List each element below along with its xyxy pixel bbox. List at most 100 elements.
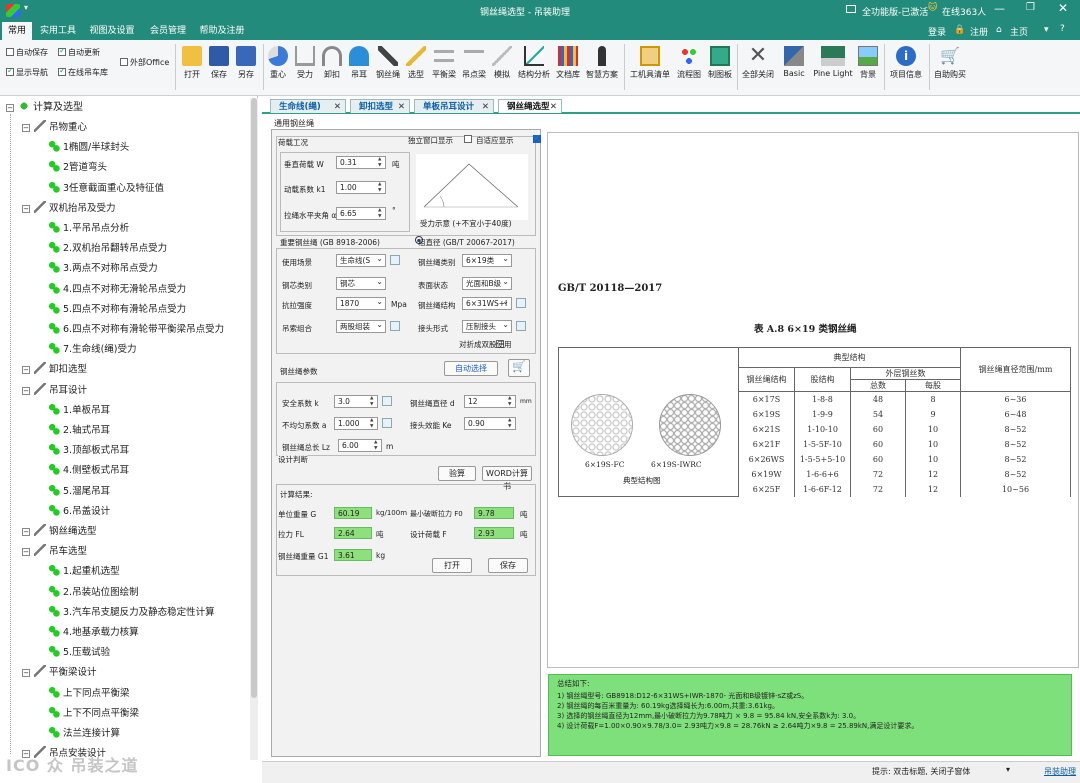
info-lookup-icon[interactable] bbox=[382, 418, 392, 428]
info-lookup-icon[interactable] bbox=[390, 255, 400, 265]
collapse-toggle-icon[interactable]: − bbox=[22, 669, 30, 678]
tree-leaf-item[interactable]: 2管道弯头 bbox=[48, 160, 107, 176]
open-result-button[interactable]: 打开 bbox=[432, 558, 472, 573]
checkbox-icon[interactable] bbox=[58, 66, 66, 76]
tensile-select[interactable]: 1870 bbox=[336, 296, 386, 310]
tree-leaf-item[interactable]: 4.四点不对称无滑轮吊点受力 bbox=[48, 281, 186, 298]
tree-leaf-item[interactable]: 2.轴式吊耳 bbox=[48, 423, 110, 439]
save-button[interactable]: 保存 bbox=[206, 46, 232, 80]
background-button[interactable]: 背景 bbox=[856, 46, 880, 80]
doc-tab-lifeline[interactable]: 生命线(绳) ✕ bbox=[270, 99, 346, 113]
cart-button[interactable]: 🛒 bbox=[508, 359, 530, 377]
surface-select[interactable]: 光面和B级 bbox=[462, 276, 512, 290]
doc-library-button[interactable]: 文档库 bbox=[554, 46, 582, 80]
drawing-board-button[interactable]: 制图板 bbox=[706, 46, 734, 80]
lug-button[interactable]: 吊耳 bbox=[347, 46, 371, 80]
minimize-button[interactable]: — bbox=[994, 2, 1005, 15]
tree-leaf-item[interactable]: 上下同点平衡梁 bbox=[48, 685, 130, 702]
tree-leaf-item[interactable]: 3.汽车吊支腿反力及静态稳定性计算 bbox=[48, 604, 215, 621]
tree-leaf-item[interactable]: 5.压载试验 bbox=[48, 645, 110, 661]
option-auto-save[interactable]: 自动保存 bbox=[6, 47, 48, 58]
balance-beam-button[interactable]: 平衡梁 bbox=[430, 46, 458, 80]
tree-group-item[interactable]: − 卸扣选型 bbox=[22, 362, 87, 378]
self-purchase-button[interactable]: 🛒 自助购买 bbox=[930, 46, 970, 80]
close-button[interactable]: ✕ bbox=[1058, 1, 1068, 15]
theme-pine-light-button[interactable]: Pine Light bbox=[812, 46, 854, 78]
tree-leaf-item[interactable]: 6.吊盖设计 bbox=[48, 503, 110, 520]
joint-select[interactable]: 压制接头 bbox=[462, 319, 512, 333]
close-tab-icon[interactable]: ✕ bbox=[482, 100, 489, 114]
tree-group-item[interactable]: − 吊耳设计 bbox=[22, 382, 87, 399]
doc-tab-shackle[interactable]: 卸扣选型 ✕ bbox=[350, 99, 410, 113]
dynamic-factor-input[interactable]: 1.00 bbox=[336, 181, 386, 194]
rope-category-select[interactable]: 6×19类 bbox=[462, 253, 512, 267]
status-dropdown-icon[interactable]: ▾ bbox=[1006, 765, 1010, 774]
help-icon[interactable]: ? bbox=[1060, 24, 1065, 34]
tab-common[interactable]: 常用 bbox=[2, 22, 32, 40]
auto-display-checkbox[interactable] bbox=[532, 133, 541, 143]
tree-leaf-item[interactable]: 5.四点不对称有滑轮吊点受力 bbox=[48, 301, 186, 318]
app-logo-icon[interactable] bbox=[6, 4, 20, 17]
uneven-factor-input[interactable]: 1.000 bbox=[334, 417, 378, 430]
theme-basic-button[interactable]: Basic bbox=[778, 46, 810, 78]
tree-leaf-item[interactable]: 1椭圆/半球封头 bbox=[48, 140, 129, 156]
home-link[interactable]: 主页 bbox=[1010, 25, 1028, 38]
option-external-office[interactable]: 外部Office bbox=[120, 57, 169, 68]
crane-select-button[interactable]: 选型 bbox=[404, 46, 428, 80]
diameter-input[interactable]: 12 bbox=[464, 395, 516, 408]
tab-tools[interactable]: 实用工具 bbox=[36, 22, 80, 40]
tree-leaf-item[interactable]: 3.两点不对称吊点受力 bbox=[48, 261, 158, 277]
smart-plan-button[interactable]: 智慧方案 bbox=[584, 46, 620, 80]
checkbox-icon[interactable] bbox=[58, 46, 66, 56]
tree-leaf-item[interactable]: 5.溜尾吊耳 bbox=[48, 483, 110, 500]
register-link[interactable]: 注册 bbox=[970, 25, 988, 38]
checkbox-icon[interactable] bbox=[120, 58, 128, 66]
tree-leaf-item[interactable]: 上下不同点平衡梁 bbox=[48, 705, 139, 722]
collapse-toggle-icon[interactable]: − bbox=[6, 104, 14, 112]
tree-leaf-item[interactable]: 6.四点不对称有滑轮带平衡梁吊点受力 bbox=[48, 322, 224, 338]
core-select[interactable]: 钢芯 bbox=[336, 276, 386, 290]
quick-menu-chevron-icon[interactable]: ▾ bbox=[24, 3, 28, 12]
word-report-button[interactable]: WORD计算书 bbox=[482, 466, 532, 491]
tree-leaf-item[interactable]: 法兰连接计算 bbox=[48, 726, 120, 742]
tab-member[interactable]: 会员管理 bbox=[144, 22, 192, 40]
flowchart-button[interactable]: 流程图 bbox=[674, 46, 704, 80]
collapse-toggle-icon[interactable]: − bbox=[22, 124, 30, 132]
angle-input[interactable]: 6.65 bbox=[336, 207, 386, 220]
dropdown-icon[interactable]: ▾ bbox=[1044, 25, 1049, 35]
save-result-button[interactable]: 保存 bbox=[488, 558, 528, 573]
tree-group-item[interactable]: − 双机抬吊及受力 bbox=[22, 200, 116, 217]
collapse-toggle-icon[interactable]: − bbox=[22, 386, 30, 395]
tree-leaf-item[interactable]: 3.顶部板式吊耳 bbox=[48, 443, 129, 459]
collapse-toggle-icon[interactable]: − bbox=[22, 548, 30, 557]
info-lookup-icon[interactable] bbox=[390, 321, 400, 331]
tree-leaf-item[interactable]: 2.双机抬吊翻转吊点受力 bbox=[48, 241, 167, 257]
close-tab-icon[interactable]: ✕ bbox=[398, 100, 405, 114]
message-icon[interactable] bbox=[846, 5, 856, 13]
collapse-toggle-icon[interactable]: − bbox=[22, 528, 30, 536]
combo-select[interactable]: 两股组装 bbox=[336, 319, 386, 333]
safety-factor-input[interactable]: 3.0 bbox=[334, 395, 378, 408]
tree-leaf-item[interactable]: 4.侧壁板式吊耳 bbox=[48, 463, 129, 479]
auto-select-button[interactable]: 自动选择 bbox=[444, 361, 498, 376]
wire-rope-button[interactable]: 钢丝绳 bbox=[374, 46, 402, 80]
shackle-button[interactable]: 卸扣 bbox=[320, 46, 344, 80]
close-tab-icon[interactable]: ✕ bbox=[334, 100, 341, 114]
simulate-button[interactable]: 模拟 bbox=[490, 46, 514, 80]
tree-group-item[interactable]: − 吊物重心 bbox=[22, 120, 87, 136]
tree-group-item[interactable]: − 钢丝绳选型 bbox=[22, 524, 97, 540]
tree-leaf-item[interactable]: 2.吊装站位图绘制 bbox=[48, 584, 139, 601]
open-button[interactable]: 打开 bbox=[179, 46, 205, 80]
project-info-button[interactable]: i 项目信息 bbox=[886, 46, 926, 80]
tool-list-button[interactable]: 工机具清单 bbox=[628, 46, 672, 80]
scrollbar-thumb[interactable] bbox=[251, 98, 257, 698]
tab-help[interactable]: 帮助及注册 bbox=[196, 22, 248, 40]
gravity-center-button[interactable]: 重心 bbox=[266, 46, 290, 80]
checkbox-icon[interactable] bbox=[6, 48, 14, 56]
login-link[interactable]: 登录 bbox=[928, 25, 946, 38]
collapse-toggle-icon[interactable]: − bbox=[22, 204, 30, 213]
info-lookup-icon[interactable] bbox=[382, 396, 392, 406]
home-icon[interactable]: ⌂ bbox=[996, 25, 1002, 35]
length-input[interactable]: 6.00 bbox=[338, 439, 382, 452]
save-as-button[interactable]: 另存 bbox=[233, 46, 259, 80]
